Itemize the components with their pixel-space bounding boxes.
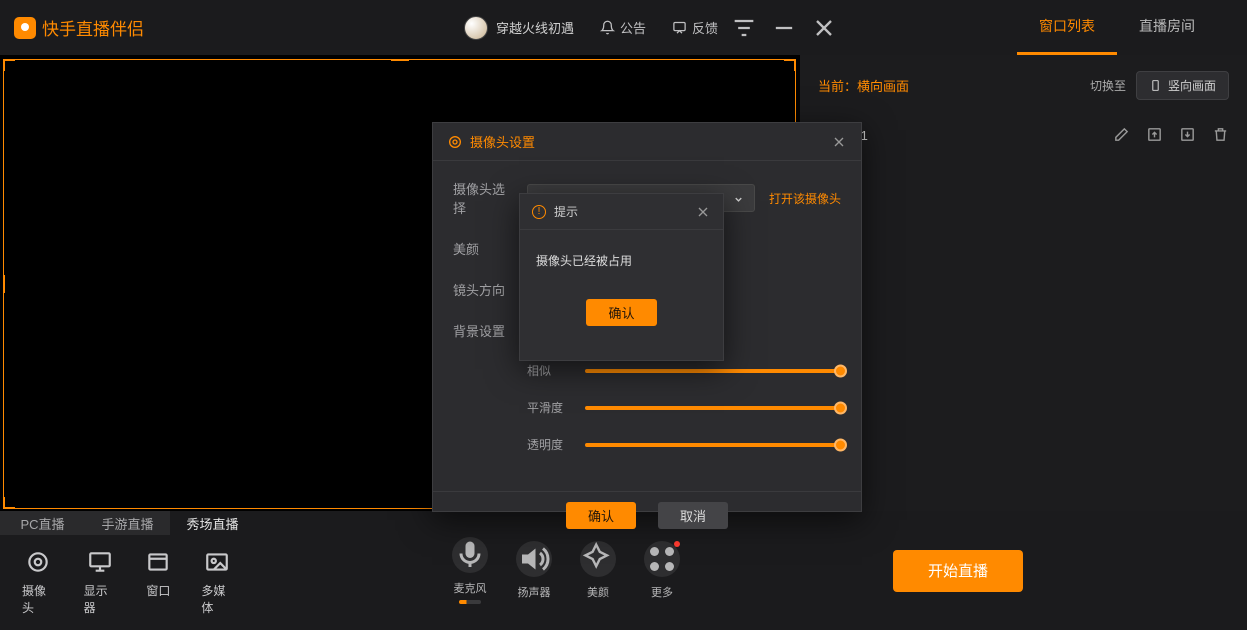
switch-orientation-button[interactable]: 竖向画面 — [1136, 71, 1229, 100]
tip-footer: 确认 — [520, 291, 723, 340]
dialog-close-icon[interactable] — [831, 134, 847, 150]
tab-pc-live[interactable]: PC直播 — [0, 511, 85, 535]
right-tabs: 窗口列表 直播房间 — [1017, 0, 1217, 55]
tip-dialog: ! 提示 摄像头已经被占用 确认 — [519, 193, 724, 361]
mic-icon — [452, 537, 488, 573]
logo-icon — [14, 17, 36, 39]
tab-show-live[interactable]: 秀场直播 — [170, 511, 255, 535]
speaker-icon — [516, 541, 552, 577]
camera-select-label: 摄像头选择 — [453, 179, 513, 217]
monitor-icon — [87, 549, 113, 575]
crop-handle-tr[interactable] — [784, 59, 796, 71]
crop-handle-tl[interactable] — [3, 59, 15, 71]
add-monitor-button[interactable]: 显示器 — [84, 549, 116, 616]
tab-window-list[interactable]: 窗口列表 — [1017, 0, 1117, 55]
move-up-icon[interactable] — [1146, 126, 1163, 143]
mode-tabs: PC直播 手游直播 秀场直播 — [0, 511, 255, 535]
smoothness-row: 平滑度 — [453, 399, 841, 416]
edit-icon[interactable] — [1113, 126, 1130, 143]
open-camera-link[interactable]: 打开该摄像头 — [769, 190, 841, 207]
opacity-row: 透明度 — [453, 436, 841, 453]
beauty-icon — [580, 541, 616, 577]
start-wrap: 开始直播 — [877, 511, 1247, 630]
camera-icon — [25, 549, 51, 575]
title-bar: 快手直播伴侣 穿越火线初遇 公告 反馈 窗口列表 直播房间 — [0, 0, 1247, 55]
tip-message: 摄像头已经被占用 — [520, 230, 723, 291]
avatar — [464, 16, 488, 40]
add-media-button[interactable]: 多媒体 — [201, 549, 233, 616]
tip-header: ! 提示 — [520, 194, 723, 230]
app-logo: 快手直播伴侣 — [14, 15, 144, 40]
speaker-button[interactable]: 扬声器 — [516, 541, 552, 600]
camera-header-icon — [447, 134, 463, 150]
beauty-button[interactable]: 美颜 — [580, 541, 616, 600]
portrait-icon — [1149, 79, 1162, 92]
dialog-title: 摄像头设置 — [470, 132, 535, 151]
source-list-item[interactable]: 摄像头 1 — [800, 115, 1247, 154]
tab-live-room[interactable]: 直播房间 — [1117, 0, 1217, 55]
smoothness-slider[interactable] — [585, 406, 841, 410]
more-button[interactable]: 更多 — [644, 541, 680, 600]
switch-wrap: 切换至 竖向画面 — [1090, 71, 1229, 100]
user-name: 穿越火线初遇 — [496, 18, 574, 37]
similarity-slider[interactable] — [585, 369, 841, 373]
crop-handle-bl[interactable] — [3, 497, 15, 509]
announcement-link[interactable]: 公告 — [600, 18, 646, 37]
dialog-footer: 确认 取消 — [433, 491, 861, 539]
bell-icon — [600, 20, 615, 35]
mic-level — [459, 600, 481, 604]
slider-thumb[interactable] — [834, 438, 847, 451]
start-live-button[interactable]: 开始直播 — [893, 550, 1023, 592]
window-icon — [145, 549, 171, 575]
opacity-slider[interactable] — [585, 443, 841, 447]
slider-thumb[interactable] — [834, 401, 847, 414]
tip-title: 提示 — [554, 203, 578, 220]
dialog-header: 摄像头设置 — [433, 123, 861, 161]
tip-close-icon[interactable] — [695, 204, 711, 220]
chevron-down-icon — [733, 193, 744, 204]
dialog-cancel-button[interactable]: 取消 — [658, 502, 728, 529]
filter-icon[interactable] — [730, 14, 758, 42]
source-buttons: 摄像头 显示器 窗口 多媒体 — [0, 535, 255, 630]
current-layout-label: 当前：横向画面 — [818, 76, 909, 95]
chat-icon — [672, 20, 687, 35]
slider-thumb[interactable] — [834, 364, 847, 377]
tab-mobile-live[interactable]: 手游直播 — [85, 511, 170, 535]
tip-ok-button[interactable]: 确认 — [586, 299, 656, 326]
switch-label: 切换至 — [1090, 77, 1126, 94]
user-block[interactable]: 穿越火线初遇 — [464, 16, 574, 40]
add-window-button[interactable]: 窗口 — [145, 549, 171, 616]
app-name: 快手直播伴侣 — [42, 15, 144, 40]
similarity-row: 相似 — [453, 362, 841, 379]
minimize-icon[interactable] — [770, 14, 798, 42]
crop-handle-ml[interactable] — [3, 275, 15, 293]
media-icon — [204, 549, 230, 575]
notification-dot — [674, 541, 680, 547]
side-top: 当前：横向画面 切换至 竖向画面 — [800, 55, 1247, 115]
add-camera-button[interactable]: 摄像头 — [22, 549, 54, 616]
delete-icon[interactable] — [1212, 126, 1229, 143]
crop-handle-mt[interactable] — [391, 59, 409, 71]
close-icon[interactable] — [810, 14, 838, 42]
dialog-ok-button[interactable]: 确认 — [566, 502, 636, 529]
bottom-left: PC直播 手游直播 秀场直播 摄像头 显示器 窗口 多媒体 — [0, 511, 255, 630]
source-item-tools — [1113, 126, 1229, 143]
move-down-icon[interactable] — [1179, 126, 1196, 143]
feedback-link[interactable]: 反馈 — [672, 18, 718, 37]
grid-icon — [644, 541, 680, 577]
mic-button[interactable]: 麦克风 — [452, 537, 488, 604]
warning-icon: ! — [532, 205, 546, 219]
side-panel: 当前：横向画面 切换至 竖向画面 摄像头 1 — [800, 55, 1247, 511]
